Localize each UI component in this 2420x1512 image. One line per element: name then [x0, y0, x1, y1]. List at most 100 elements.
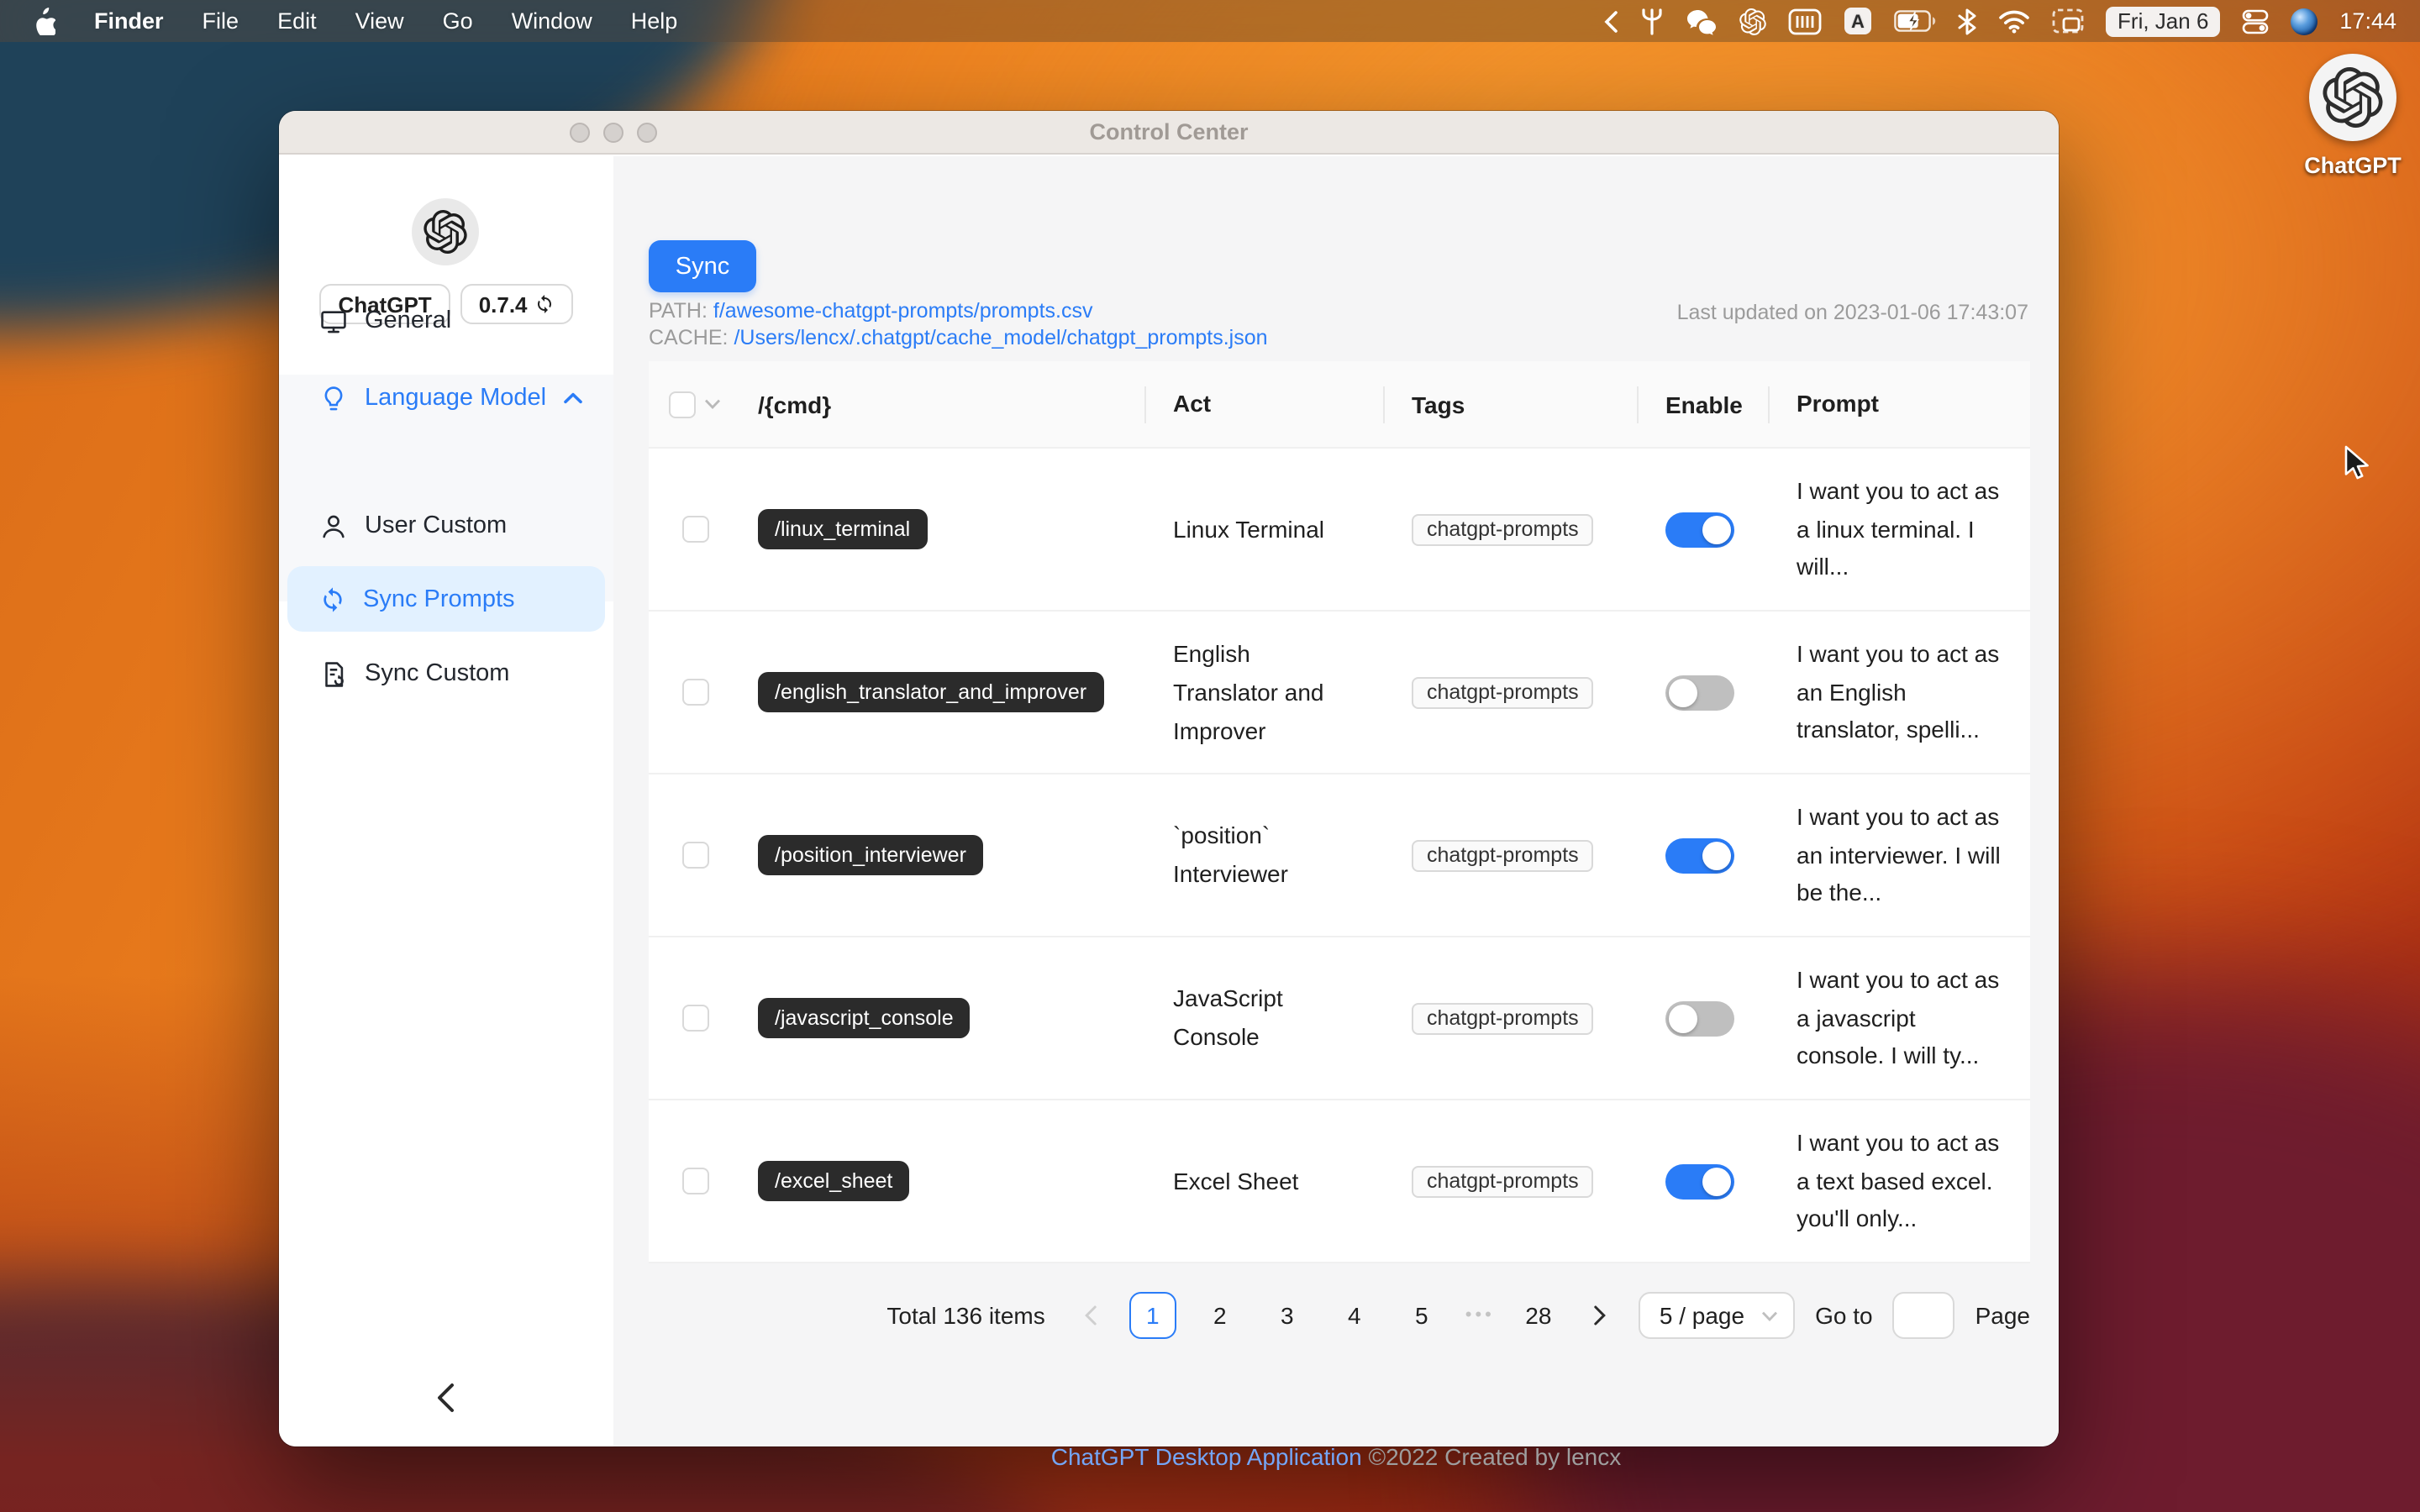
act-cell: Excel Sheet [1173, 1167, 1299, 1194]
menu-item-help[interactable]: Help [631, 8, 678, 34]
prompt-cell: I want you to act as a javascript consol… [1797, 966, 2000, 1069]
sidebar-item-language-model[interactable]: Language Model [279, 365, 613, 432]
prompt-cell: I want you to act as a text based excel.… [1797, 1129, 2000, 1232]
row-checkbox[interactable] [681, 1168, 708, 1194]
enable-toggle[interactable] [1665, 675, 1734, 710]
page-label: Page [1975, 1302, 2030, 1329]
sidebar-item-sync-prompts[interactable]: Sync Prompts [287, 566, 605, 632]
path-row: PATH: f/awesome-chatgpt-prompts/prompts.… [649, 299, 1268, 325]
select-all-checkbox[interactable] [669, 391, 696, 417]
goto-page-input[interactable] [1892, 1292, 1955, 1339]
enable-toggle[interactable] [1665, 512, 1734, 547]
wifi-icon[interactable] [1998, 0, 2030, 42]
menu-item-view[interactable]: View [355, 8, 404, 34]
page-size-value: 5 / page [1659, 1302, 1745, 1329]
sidebar-item-general[interactable]: General [279, 287, 613, 354]
bluetooth-icon[interactable] [1958, 0, 1976, 42]
enable-toggle[interactable] [1665, 1000, 1734, 1036]
cmd-badge: /position_interviewer [758, 835, 983, 875]
menu-item-edit[interactable]: Edit [277, 8, 317, 34]
battery-charging-icon[interactable] [1894, 0, 1936, 42]
page-button-5[interactable]: 5 [1398, 1292, 1445, 1339]
page-button-2[interactable]: 2 [1197, 1292, 1244, 1339]
pagination: Total 136 items 1 2 3 4 5 ••• 28 5 / pag… [886, 1292, 2030, 1339]
chatgpt-app-icon [2309, 54, 2396, 141]
barcode-status-icon[interactable] [1788, 0, 1822, 42]
sidebar-collapse-button[interactable] [427, 1379, 464, 1416]
prev-page-button[interactable] [1072, 1305, 1109, 1326]
sidebar-item-label: Language Model [365, 385, 547, 412]
sidebar-app-logo [412, 198, 479, 265]
wechat-icon[interactable] [1686, 0, 1718, 42]
enable-toggle[interactable] [1665, 837, 1734, 873]
openai-menu-icon[interactable] [1739, 0, 1766, 42]
page-button-1[interactable]: 1 [1128, 1292, 1176, 1339]
last-updated-text: Last updated on 2023-01-06 17:43:07 [1676, 301, 2028, 324]
bulb-icon [324, 386, 343, 410]
menu-item-finder[interactable]: Finder [94, 8, 164, 34]
header-select-all [649, 361, 741, 447]
row-checkbox[interactable] [681, 516, 708, 543]
display-icon [321, 310, 346, 333]
table-row: /excel_sheet Excel Sheet chatgpt-prompts… [649, 1100, 2030, 1263]
toggle-knob [1702, 515, 1731, 543]
sync-icon [324, 586, 342, 612]
chevron-left-icon[interactable] [1603, 0, 1618, 42]
next-page-button[interactable] [1582, 1305, 1619, 1326]
desktop-icon-label: ChatGPT [2304, 153, 2402, 178]
cmd-badge: /linux_terminal [758, 509, 928, 549]
menu-bar-left: Finder File Edit View Go Window Help [0, 0, 677, 42]
tag-badge: chatgpt-prompts [1412, 676, 1594, 708]
cache-row: CACHE: /Users/lencx/.chatgpt/cache_model… [649, 325, 1268, 351]
prompt-cell: I want you to act as an English translat… [1797, 640, 2000, 743]
row-checkbox[interactable] [681, 679, 708, 706]
sync-button[interactable]: Sync [649, 240, 756, 292]
tag-badge: chatgpt-prompts [1412, 1165, 1594, 1197]
chevron-down-icon[interactable] [704, 398, 721, 410]
row-checkbox[interactable] [681, 1005, 708, 1032]
table-row: /english_translator_and_improver English… [649, 612, 2030, 774]
control-center-window: Control Center ChatGPT 0.7.4 General Lan… [279, 111, 2059, 1470]
desktop-icon-chatgpt[interactable]: ChatGPT [2287, 54, 2418, 178]
footer-app-link[interactable]: ChatGPT Desktop Application [1051, 1443, 1362, 1470]
row-checkbox[interactable] [681, 842, 708, 869]
menu-bar-clock[interactable]: 17:44 [2339, 8, 2396, 34]
sidebar-item-label: User Custom [365, 512, 508, 539]
path-link[interactable]: f/awesome-chatgpt-prompts/prompts.csv [713, 299, 1093, 323]
page-button-4[interactable]: 4 [1331, 1292, 1378, 1339]
menu-item-go[interactable]: Go [443, 8, 473, 34]
page-size-select[interactable]: 5 / page [1639, 1292, 1796, 1339]
toggle-knob [1669, 678, 1697, 706]
screen-mirroring-icon[interactable] [2052, 0, 2084, 42]
cache-link[interactable]: /Users/lencx/.chatgpt/cache_model/chatgp… [734, 325, 1267, 349]
window-titlebar[interactable]: Control Center [279, 111, 2059, 155]
tag-badge: chatgpt-prompts [1412, 1002, 1594, 1034]
sidebar: ChatGPT 0.7.4 General Language Model Use… [279, 156, 613, 1446]
fork-status-icon[interactable] [1640, 0, 1664, 42]
page-button-3[interactable]: 3 [1264, 1292, 1311, 1339]
page-button-28[interactable]: 28 [1515, 1292, 1562, 1339]
menu-item-window[interactable]: Window [512, 8, 592, 34]
goto-label: Go to [1815, 1302, 1873, 1329]
globe-status-icon[interactable] [2291, 8, 2318, 34]
pagination-ellipsis[interactable]: ••• [1465, 1305, 1495, 1326]
table-header-row: /{cmd} Act Tags Enable Prompt [649, 361, 2030, 449]
sidebar-item-label: Sync Custom [365, 660, 510, 687]
cache-label: CACHE: [649, 325, 729, 349]
path-info: PATH: f/awesome-chatgpt-prompts/prompts.… [649, 299, 1268, 351]
path-label: PATH: [649, 299, 708, 323]
sidebar-item-user-custom[interactable]: User Custom [279, 492, 613, 559]
control-center-icon[interactable] [2242, 0, 2269, 42]
menu-bar-date[interactable]: Fri, Jan 6 [2106, 6, 2221, 36]
enable-toggle[interactable] [1665, 1163, 1734, 1199]
menu-item-file[interactable]: File [203, 8, 239, 34]
sidebar-item-sync-custom[interactable]: Sync Custom [279, 640, 613, 707]
header-cmd: /{cmd} [741, 361, 1146, 447]
cmd-badge: /english_translator_and_improver [758, 672, 1104, 712]
apple-menu-icon[interactable] [30, 0, 55, 42]
tag-badge: chatgpt-prompts [1412, 839, 1594, 871]
prompt-cell: I want you to act as a linux terminal. I… [1797, 477, 2000, 580]
window-title: Control Center [1089, 119, 1249, 144]
input-source-icon[interactable]: A [1844, 0, 1872, 42]
chevron-left-icon [438, 1383, 454, 1412]
